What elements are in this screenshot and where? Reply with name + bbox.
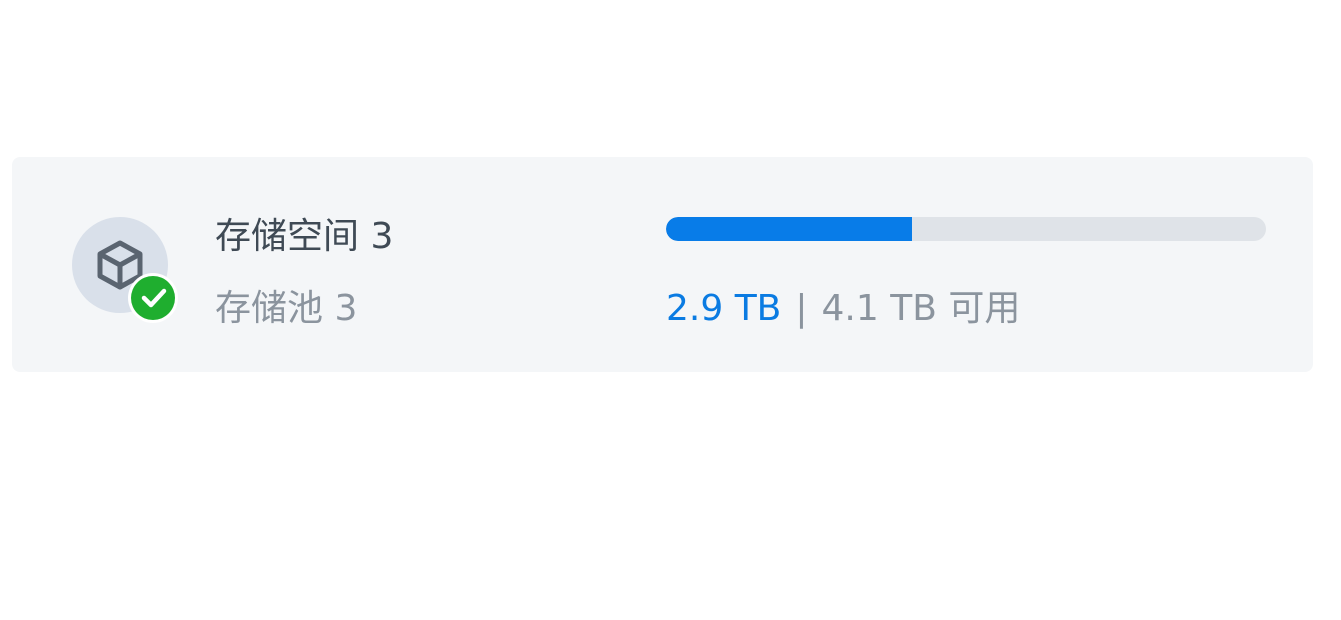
check-circle-icon — [131, 276, 175, 320]
storage-volume-card[interactable]: 存储空间 3 存储池 3 2.9 TB | 4.1 TB 可用 — [12, 157, 1313, 372]
available-capacity: 4.1 TB 可用 — [821, 288, 1021, 329]
used-capacity: 2.9 TB — [666, 288, 782, 329]
status-badge — [128, 273, 178, 323]
storage-pool-label: 存储池 3 — [215, 288, 358, 329]
volume-title: 存储空间 3 — [215, 216, 394, 257]
usage-progress-bar — [666, 217, 1266, 241]
usage-progress-fill — [666, 217, 912, 241]
volume-status-icon-group — [72, 217, 178, 323]
usage-separator: | — [795, 288, 808, 329]
usage-summary: 2.9 TB | 4.1 TB 可用 — [666, 279, 1020, 331]
